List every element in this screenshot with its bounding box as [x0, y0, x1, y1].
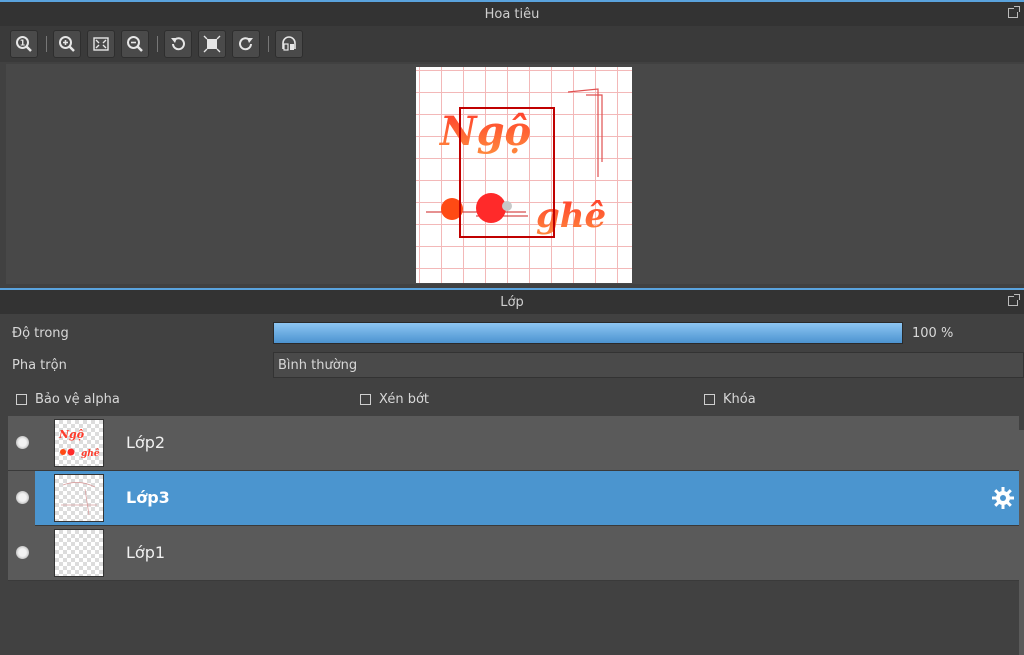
layer-row-selected[interactable]: Lớp3 — [8, 471, 1019, 526]
lock-checkbox[interactable]: Khóa — [704, 392, 756, 407]
zoom-out-button[interactable] — [121, 30, 149, 58]
popout-icon[interactable] — [1008, 294, 1020, 306]
navigator-preview-area[interactable]: Ngộ ghê — [6, 64, 1024, 284]
popout-icon[interactable] — [1008, 6, 1020, 18]
viewport-rectangle[interactable] — [459, 107, 555, 238]
thumbnail-artwork: Ngộ ghê — [58, 428, 100, 459]
layer-name: Lớp2 — [126, 433, 166, 452]
rotate-left-button[interactable] — [164, 30, 192, 58]
toolbar-separator — [46, 36, 47, 52]
layer-list: Ngộ ghê Lớp2 Lớp3 Lớp1 — [8, 416, 1019, 581]
layer-list-scrollbar[interactable] — [1019, 430, 1024, 655]
opacity-value: 100 % — [912, 326, 954, 341]
zoom-actual-size-button[interactable]: 1 — [10, 30, 38, 58]
zoom-out-icon — [127, 36, 143, 52]
layer-thumbnail: Ngộ ghê — [54, 419, 104, 467]
navigator-title: Hoa tiêu — [484, 6, 540, 22]
flip-horizontal-icon — [282, 36, 296, 51]
layer-thumbnail — [54, 529, 104, 577]
layer-settings-gear-icon[interactable] — [991, 486, 1015, 514]
thumbnail-sketch — [61, 482, 97, 516]
layer-name: Lớp1 — [126, 543, 166, 562]
layer-row[interactable]: Ngộ ghê Lớp2 — [8, 416, 1019, 471]
visibility-icon[interactable] — [16, 491, 29, 504]
thumbnail-text-line1: Ngộ — [58, 428, 84, 441]
clipping-label: Xén bớt — [379, 392, 429, 407]
protect-alpha-label: Bảo vệ alpha — [35, 392, 120, 407]
checkbox-box[interactable] — [360, 394, 371, 405]
zoom-actual-size-icon: 1 — [16, 36, 32, 52]
rotate-left-icon — [171, 37, 185, 51]
thumbnail-text-line2: ghê — [81, 448, 100, 459]
flip-horizontal-button[interactable] — [275, 30, 303, 58]
layer-thumbnail — [54, 474, 104, 522]
blend-label: Pha trộn — [12, 358, 67, 373]
lock-label: Khóa — [723, 392, 756, 407]
fit-screen-icon — [93, 37, 109, 51]
fit-canvas-icon — [203, 35, 221, 53]
clipping-checkbox[interactable]: Xén bớt — [360, 392, 429, 407]
visibility-icon[interactable] — [16, 436, 29, 449]
layer-panel: Lớp — [0, 288, 1024, 314]
checkbox-box[interactable] — [704, 394, 715, 405]
blend-mode-select[interactable]: Bình thường — [273, 352, 1024, 378]
toolbar-separator — [157, 36, 158, 52]
fit-screen-button[interactable] — [87, 30, 115, 58]
opacity-label: Độ trong — [12, 326, 69, 341]
layer-titlebar: Lớp — [0, 288, 1024, 314]
opacity-slider[interactable] — [273, 322, 903, 344]
rotate-right-button[interactable] — [232, 30, 260, 58]
navigator-titlebar: Hoa tiêu — [0, 0, 1024, 26]
toolbar-separator — [268, 36, 269, 52]
rotate-right-icon — [239, 37, 253, 51]
zoom-in-icon — [59, 36, 75, 52]
protect-alpha-checkbox[interactable]: Bảo vệ alpha — [16, 392, 120, 407]
layer-panel-title: Lớp — [500, 294, 524, 310]
layer-name: Lớp3 — [126, 488, 170, 507]
checkbox-box[interactable] — [16, 394, 27, 405]
fit-canvas-button[interactable] — [198, 30, 226, 58]
navigator-toolbar: 1 — [0, 26, 1024, 62]
blend-mode-value: Bình thường — [278, 358, 358, 373]
canvas-preview[interactable]: Ngộ ghê — [416, 67, 632, 283]
zoom-in-button[interactable] — [53, 30, 81, 58]
svg-text:1: 1 — [20, 39, 26, 48]
visibility-icon[interactable] — [16, 546, 29, 559]
navigator-panel: Hoa tiêu 1 — [0, 0, 1024, 62]
layer-row[interactable]: Lớp1 — [8, 526, 1019, 581]
